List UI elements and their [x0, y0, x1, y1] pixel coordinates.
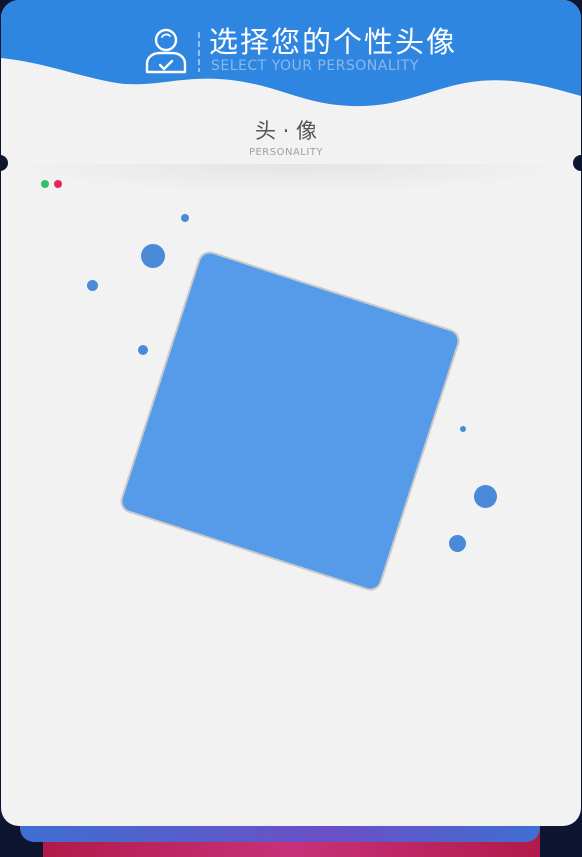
section-subtitle: PERSONALITY	[248, 147, 324, 158]
section-title: 头 · 像	[254, 119, 318, 143]
decorative-dot	[87, 280, 98, 291]
card-notch-right	[573, 155, 582, 171]
app-stage: 选择您的个性头像 SELECT YOUR PERSONALITY 头 · 像 P…	[0, 0, 582, 857]
decorative-dot	[141, 244, 165, 268]
avatar-selection-card: 选择您的个性头像 SELECT YOUR PERSONALITY 头 · 像 P…	[1, 0, 581, 826]
page-title: 选择您的个性头像	[209, 25, 458, 59]
status-dot-green	[41, 180, 49, 188]
decorative-dot	[460, 426, 466, 432]
decorative-dot	[181, 214, 189, 222]
decorative-dot	[138, 345, 148, 355]
header-divider	[198, 32, 200, 72]
status-dot-red	[54, 180, 62, 188]
decorative-dot	[449, 535, 466, 552]
decorative-dot	[474, 485, 497, 508]
section-separator	[1, 164, 581, 194]
user-check-icon	[145, 28, 187, 74]
avatar-placeholder[interactable]	[117, 248, 463, 594]
page-subtitle: SELECT YOUR PERSONALITY	[211, 58, 419, 74]
